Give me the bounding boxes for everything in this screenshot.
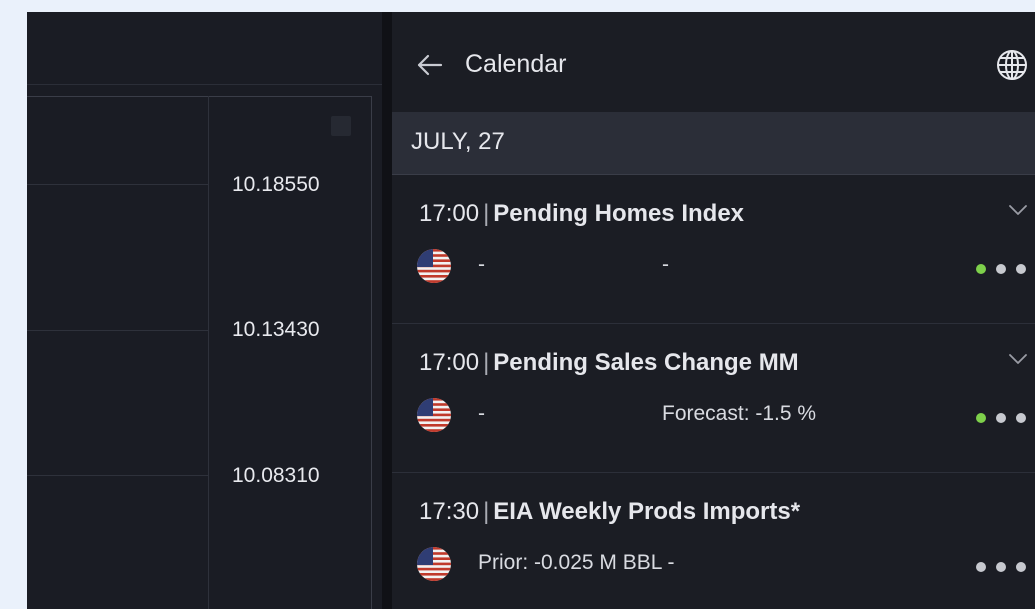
app-window: 10.18550 10.13430 10.08310 Calendar JULY…: [27, 12, 1035, 609]
calendar-title: Calendar: [465, 50, 567, 78]
price-axis-label: 10.18550: [232, 173, 320, 196]
date-label: JULY, 27: [411, 128, 505, 155]
event-time: 17:30: [419, 498, 480, 525]
panel-divider[interactable]: [382, 12, 392, 609]
plot-area[interactable]: [27, 96, 372, 609]
impact-dot: [996, 413, 1006, 423]
impact-dot: [996, 562, 1006, 572]
chart-toolbar: [27, 12, 382, 85]
event-name: Pending Homes Index: [493, 200, 745, 227]
calendar-event[interactable]: 17:30 | EIA Weekly Prods Imports* Prior: -…: [392, 473, 1035, 609]
event-name: EIA Weekly Prods Imports*: [493, 498, 801, 525]
price-axis-separator: [208, 96, 209, 609]
event-prior-value: Prior: -0.025 M BBL -: [478, 551, 675, 574]
event-title: 17:00 | Pending Sales Change MM: [419, 349, 799, 377]
event-name: Pending Sales Change MM: [493, 349, 799, 376]
event-title-separator: |: [483, 200, 490, 227]
event-title: 17:30 | EIA Weekly Prods Imports*: [419, 498, 800, 526]
impact-dot-active: [976, 264, 986, 274]
us-flag-icon: [417, 547, 451, 581]
grid-line: [27, 184, 208, 185]
us-flag-icon: [417, 398, 451, 432]
arrow-left-icon[interactable]: [414, 50, 444, 80]
grid-line: [27, 330, 208, 331]
impact-indicator: [976, 413, 1035, 425]
impact-dot: [1016, 264, 1026, 274]
event-prior-value: -: [478, 402, 485, 425]
calendar-header: Calendar: [392, 12, 1035, 113]
impact-dot: [1016, 413, 1026, 423]
price-axis-label: 10.13430: [232, 318, 320, 341]
grid-line: [27, 475, 208, 476]
event-forecast-value: Forecast: -1.5 %: [662, 402, 817, 425]
us-flag-icon: [417, 249, 451, 283]
scale-toggle-button[interactable]: [331, 116, 351, 136]
chart-panel[interactable]: 10.18550 10.13430 10.08310: [27, 12, 382, 609]
calendar-event[interactable]: 17:00 | Pending Homes Index - -: [392, 175, 1035, 324]
event-title-separator: |: [483, 349, 490, 376]
event-prior-value: -: [478, 253, 485, 276]
event-time: 17:00: [419, 349, 480, 376]
date-header: JULY, 27: [392, 112, 1035, 175]
calendar-event[interactable]: 17:00 | Pending Sales Change MM - Forecast…: [392, 324, 1035, 473]
impact-dot: [976, 562, 986, 572]
chevron-down-icon[interactable]: [1008, 203, 1028, 217]
event-time: 17:00: [419, 200, 480, 227]
impact-dot: [1016, 562, 1026, 572]
impact-dot-active: [976, 413, 986, 423]
event-title: 17:00 | Pending Homes Index: [419, 200, 744, 228]
price-axis-label: 10.08310: [232, 464, 320, 487]
globe-icon[interactable]: [996, 49, 1028, 81]
chevron-down-icon[interactable]: [1008, 352, 1028, 366]
calendar-panel: Calendar JULY, 27 17:00 | Pending Homes In…: [392, 12, 1035, 609]
event-forecast-value: -: [662, 253, 669, 276]
impact-indicator: [976, 264, 1035, 276]
impact-indicator: [976, 562, 1035, 574]
impact-dot: [996, 264, 1006, 274]
event-title-separator: |: [483, 498, 490, 525]
